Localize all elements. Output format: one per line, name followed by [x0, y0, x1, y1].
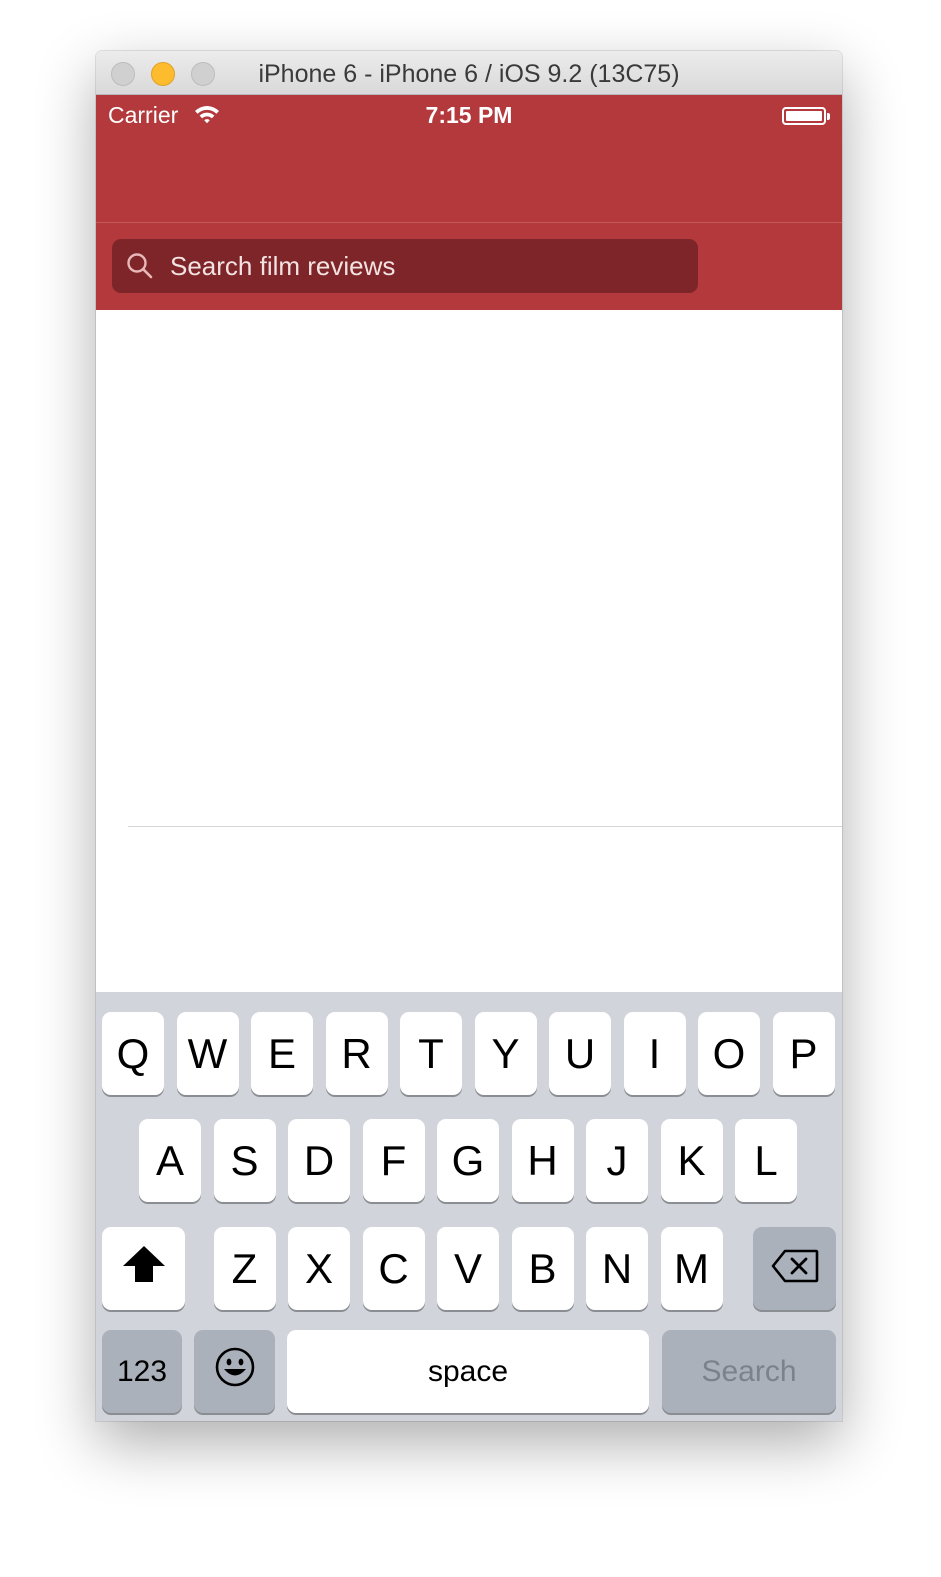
- navigation-bar: Carrier 7:15 PM: [96, 95, 842, 310]
- key-p[interactable]: P: [772, 1012, 835, 1095]
- key-t[interactable]: T: [400, 1012, 462, 1095]
- key-h[interactable]: H: [511, 1119, 574, 1202]
- emoji-key[interactable]: [194, 1330, 275, 1413]
- search-input[interactable]: [170, 239, 670, 293]
- key-q[interactable]: Q: [102, 1012, 164, 1095]
- search-icon: [126, 252, 154, 285]
- device-screen: Carrier 7:15 PM Search film reviews Q W …: [96, 95, 842, 1421]
- key-i[interactable]: I: [623, 1012, 686, 1095]
- key-r[interactable]: R: [325, 1012, 388, 1095]
- shift-icon: [121, 1244, 167, 1294]
- battery-level: [786, 111, 822, 121]
- battery-icon: [782, 107, 830, 125]
- keyboard: Q W E R T Y U I O P A S D F G H J K L Z …: [96, 992, 842, 1421]
- delete-key[interactable]: [753, 1227, 836, 1310]
- space-key[interactable]: space: [287, 1330, 649, 1413]
- results-list: [96, 310, 842, 993]
- delete-icon: [771, 1245, 819, 1293]
- key-e[interactable]: E: [251, 1012, 313, 1095]
- key-d[interactable]: D: [288, 1119, 350, 1202]
- key-m[interactable]: M: [660, 1227, 723, 1310]
- search-bar[interactable]: [112, 239, 698, 293]
- window-title: iPhone 6 - iPhone 6 / iOS 9.2 (13C75): [258, 60, 680, 88]
- key-s[interactable]: S: [213, 1119, 276, 1202]
- key-y[interactable]: Y: [474, 1012, 537, 1095]
- key-o[interactable]: O: [698, 1012, 760, 1095]
- key-w[interactable]: W: [176, 1012, 239, 1095]
- key-a[interactable]: A: [139, 1119, 201, 1202]
- numbers-key[interactable]: 123: [102, 1330, 182, 1413]
- simulator-window: iPhone 6 - iPhone 6 / iOS 9.2 (13C75) Ca…: [96, 51, 842, 1421]
- key-b[interactable]: B: [511, 1227, 574, 1310]
- search-return-key[interactable]: Search: [662, 1330, 836, 1413]
- key-l[interactable]: L: [735, 1119, 797, 1202]
- key-f[interactable]: F: [362, 1119, 425, 1202]
- emoji-icon: [214, 1346, 256, 1398]
- nav-divider: [96, 222, 842, 223]
- key-c[interactable]: C: [362, 1227, 425, 1310]
- status-time: 7:15 PM: [425, 102, 513, 128]
- key-n[interactable]: N: [586, 1227, 648, 1310]
- key-g[interactable]: G: [437, 1119, 499, 1202]
- row-separator: [128, 826, 842, 827]
- key-k[interactable]: K: [660, 1119, 723, 1202]
- key-v[interactable]: V: [437, 1227, 499, 1310]
- key-j[interactable]: J: [586, 1119, 648, 1202]
- key-x[interactable]: X: [288, 1227, 350, 1310]
- key-u[interactable]: U: [549, 1012, 611, 1095]
- window-titlebar: iPhone 6 - iPhone 6 / iOS 9.2 (13C75): [96, 51, 842, 95]
- shift-key[interactable]: [102, 1227, 185, 1310]
- key-z[interactable]: Z: [213, 1227, 276, 1310]
- status-bar: Carrier 7:15 PM: [96, 95, 842, 139]
